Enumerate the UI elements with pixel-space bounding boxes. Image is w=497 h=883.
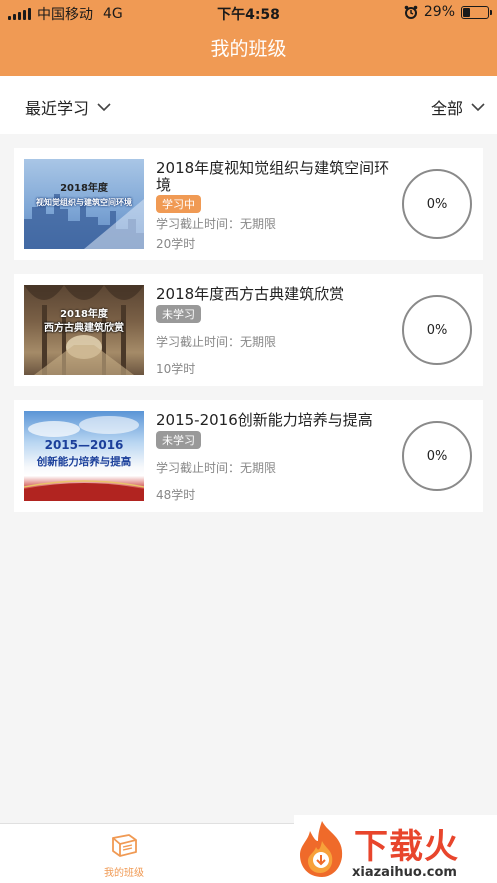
book-icon bbox=[112, 834, 137, 857]
sort-dropdown-label: 最近学习 bbox=[25, 99, 90, 118]
status-filter-dropdown[interactable]: 全部 bbox=[431, 95, 485, 119]
alarm-icon bbox=[404, 5, 418, 19]
progress-value: 0% bbox=[426, 322, 448, 338]
progress-value: 0% bbox=[426, 196, 448, 212]
course-deadline: 学习截止时间：无期限 bbox=[156, 461, 277, 475]
progress-ring: 0% bbox=[402, 295, 472, 365]
watermark: 下载火 xiazaihuo.com bbox=[294, 815, 497, 883]
progress-ring: 0% bbox=[402, 169, 472, 239]
course-deadline: 学习截止时间：无期限 bbox=[156, 217, 277, 231]
course-title: 2018年度视知觉组织与建筑空间环境 bbox=[156, 159, 390, 194]
course-hours: 20学时 bbox=[156, 237, 196, 251]
thumbnail-text-title: 创新能力培养与提高 bbox=[36, 456, 132, 468]
thumbnail-text-year: 2018年度 bbox=[60, 183, 108, 194]
page-title: 我的班级 bbox=[210, 38, 287, 60]
status-badge: 学习中 bbox=[156, 195, 201, 213]
course-thumbnail: 2015—2016 创新能力培养与提高 bbox=[24, 411, 144, 501]
status-badge: 未学习 bbox=[156, 431, 201, 449]
tab-my-class-label: 我的班级 bbox=[104, 868, 144, 879]
chevron-down-icon bbox=[97, 102, 111, 111]
watermark-name: 下载火 bbox=[354, 827, 459, 867]
course-thumbnail: 2018年度 西方古典建筑欣赏 bbox=[24, 285, 144, 375]
filter-bar: 最近学习 全部 bbox=[0, 76, 497, 134]
flame-logo-icon bbox=[300, 821, 343, 877]
tab-my-class[interactable]: 我的班级 bbox=[84, 834, 164, 879]
battery-percent: 29% bbox=[423, 4, 455, 20]
status-filter-label: 全部 bbox=[430, 99, 463, 118]
status-bar: 中国移动 4G 下午4:58 29% bbox=[0, 0, 497, 26]
battery-icon bbox=[461, 5, 492, 19]
progress-ring: 0% bbox=[402, 421, 472, 491]
top-bar: 中国移动 4G 下午4:58 29% 我的班级 bbox=[0, 0, 497, 76]
thumbnail-text-title: 视知觉组织与建筑空间环境 bbox=[36, 198, 132, 207]
course-title: 2018年度西方古典建筑欣赏 bbox=[156, 285, 345, 303]
thumbnail-text-year: 2018年度 bbox=[60, 309, 108, 320]
course-title: 2015-2016创新能力培养与提高 bbox=[156, 411, 373, 429]
course-card[interactable]: 2018年度 视知觉组织与建筑空间环境 2018年度视知觉组织与建筑空间环境 学… bbox=[14, 148, 483, 260]
chevron-down-icon bbox=[471, 102, 485, 111]
thumbnail-text-title: 西方古典建筑欣赏 bbox=[44, 323, 124, 334]
course-hours: 48学时 bbox=[156, 488, 196, 502]
course-hours: 10学时 bbox=[156, 362, 196, 376]
course-card[interactable]: 2015—2016 创新能力培养与提高 2015-2016创新能力培养与提高 未… bbox=[14, 400, 483, 512]
course-deadline: 学习截止时间：无期限 bbox=[156, 335, 277, 349]
sort-dropdown[interactable]: 最近学习 bbox=[25, 95, 111, 119]
status-badge: 未学习 bbox=[156, 305, 201, 323]
watermark-url: xiazaihuo.com bbox=[352, 865, 457, 880]
progress-value: 0% bbox=[426, 448, 448, 464]
thumbnail-text-year: 2015—2016 bbox=[44, 438, 124, 452]
course-thumbnail: 2018年度 视知觉组织与建筑空间环境 bbox=[24, 159, 144, 249]
course-card[interactable]: 2018年度 西方古典建筑欣赏 2018年度西方古典建筑欣赏 未学习 学习截止时… bbox=[14, 274, 483, 386]
